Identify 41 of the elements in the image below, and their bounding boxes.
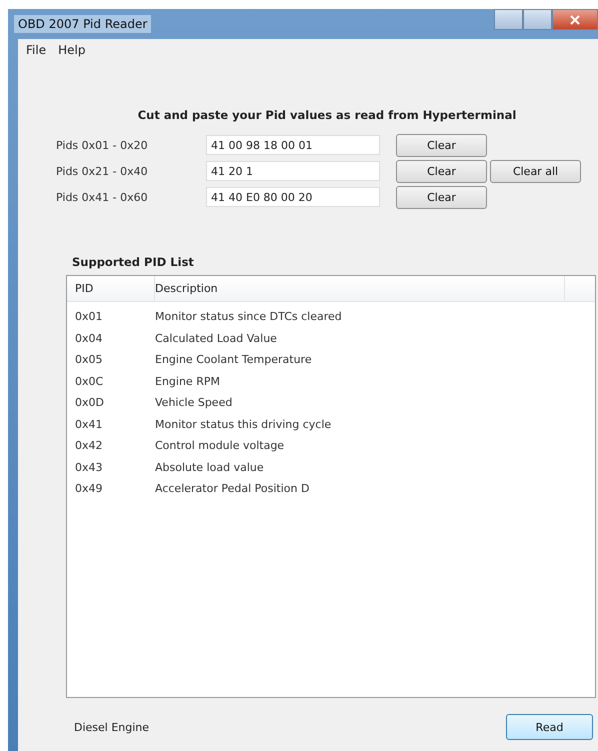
list-cell[interactable]: Absolute load value xyxy=(155,460,264,474)
list-cell[interactable]: Engine RPM xyxy=(155,374,220,388)
list-cell[interactable]: Monitor status since DTCs cleared xyxy=(155,310,342,324)
list-cell[interactable]: Monitor status this driving cycle xyxy=(155,418,332,431)
column-header[interactable]: Description xyxy=(155,276,565,301)
list-cell[interactable]: 0x42 xyxy=(67,439,155,452)
list-cell[interactable]: Calculated Load Value xyxy=(155,332,277,345)
read-button[interactable]: Read xyxy=(506,714,593,740)
section-title: Supported PID List xyxy=(72,255,195,269)
field-label: Pids 0x01 - 0x20 xyxy=(56,138,149,152)
list-cell[interactable]: 0x43 xyxy=(67,460,155,474)
clear-button[interactable]: Clear xyxy=(396,186,487,208)
list-cell[interactable]: Vehicle Speed xyxy=(155,396,232,410)
field-label: Pids 0x41 - 0x60 xyxy=(56,190,149,204)
column-header[interactable]: PID xyxy=(67,276,155,301)
list-cell[interactable]: 0x05 xyxy=(67,353,155,366)
window-title: OBD 2007 Pid Reader xyxy=(14,15,152,33)
field-label: Pids 0x21 - 0x40 xyxy=(56,164,149,178)
menu-item[interactable]: Help xyxy=(58,43,86,57)
close-button[interactable] xyxy=(552,9,598,30)
list-cell[interactable]: Accelerator Pedal Position D xyxy=(155,482,310,496)
instruction-text: Cut and paste your Pid values as read from Hyperterminal xyxy=(136,108,518,122)
clear-button[interactable]: Clear xyxy=(396,134,487,156)
menu-item[interactable]: File xyxy=(26,43,46,57)
minimize-button[interactable] xyxy=(494,9,523,30)
list-cell[interactable]: 0x01 xyxy=(67,310,155,324)
input-field[interactable]: 41 40 E0 80 00 20 xyxy=(206,187,380,207)
input-field[interactable]: 41 20 1 xyxy=(206,161,380,181)
clear-button[interactable]: Clear xyxy=(396,160,487,182)
engine-type-label: Diesel Engine xyxy=(74,720,150,734)
input-field[interactable]: 41 00 98 18 00 01 xyxy=(206,135,380,155)
list-cell[interactable]: 0x04 xyxy=(67,332,155,345)
list-cell[interactable]: 0x0D xyxy=(67,396,155,410)
maximize-button[interactable] xyxy=(523,9,552,30)
clear-all-button[interactable]: Clear all xyxy=(490,160,581,182)
list-cell[interactable]: Engine Coolant Temperature xyxy=(155,353,312,366)
list-cell[interactable]: 0x49 xyxy=(67,482,155,496)
close-icon xyxy=(570,14,580,24)
list-cell[interactable]: Control module voltage xyxy=(155,439,284,452)
list-cell[interactable]: 0x0C xyxy=(67,374,155,388)
list-cell[interactable]: 0x41 xyxy=(67,418,155,431)
